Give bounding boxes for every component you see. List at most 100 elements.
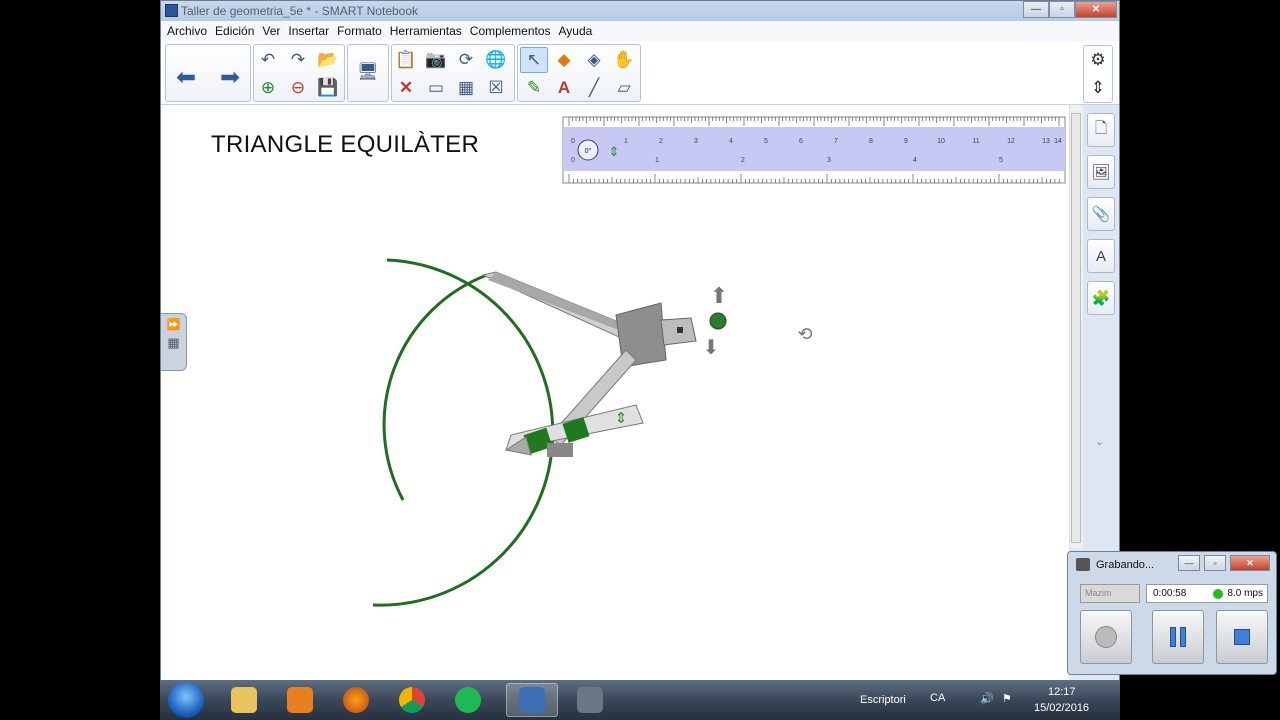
side-tab-toggle[interactable]: ⏩ ▦	[161, 313, 187, 371]
paste-icon[interactable]: 📋	[392, 47, 420, 73]
clock-time[interactable]: 12:17	[1048, 686, 1076, 698]
recorder-maximize-button[interactable]: ▫	[1204, 555, 1226, 571]
table-icon[interactable]: ▦	[452, 75, 480, 101]
scroll-thumb[interactable]	[1071, 113, 1081, 543]
recorder-app-icon	[577, 687, 603, 713]
compass-resize-icon[interactable]: ⇕	[615, 410, 628, 427]
ruler-inch-label: 4	[913, 157, 917, 164]
close-box-icon[interactable]: ☒	[482, 75, 510, 101]
ruler-resize-icon[interactable]: ⇕	[609, 144, 620, 159]
smart-notebook-icon	[519, 687, 545, 713]
delete-icon[interactable]: ✕	[392, 75, 420, 101]
notebook-page[interactable]: TRIANGLE EQUILÀTER 0° ⇕ 0 0 1 2 3 4 5 6 …	[161, 105, 1069, 681]
forward-arrow-icon[interactable]: ➡	[220, 63, 240, 92]
page-sorter-icon[interactable]: 🗋	[1087, 113, 1115, 147]
rotate-cursor-icon[interactable]: ⟲	[797, 324, 812, 344]
screen-capture-icon[interactable]: 📷	[422, 47, 450, 73]
ruler-cm-label: 6	[799, 138, 803, 145]
taskbar-firefox[interactable]	[330, 683, 382, 717]
shape-icon[interactable]: ◆	[550, 47, 578, 73]
recorder-title: Grabando...	[1096, 559, 1155, 571]
rotate-icon[interactable]: ⟳	[452, 47, 480, 73]
settings-panel: ⚙ ⇕	[1083, 45, 1113, 103]
minimize-button[interactable]: —	[1023, 1, 1049, 18]
recorder-close-button[interactable]: ✕	[1230, 555, 1270, 571]
maximize-button[interactable]: ▫	[1049, 1, 1075, 18]
stop-button[interactable]	[1216, 610, 1268, 664]
ruler-cm-label: 7	[834, 138, 838, 145]
menu-edicion[interactable]: Edición	[215, 21, 260, 41]
collapse-icon[interactable]: ⌄	[1095, 435, 1104, 448]
ruler-cm-label: 13	[1042, 138, 1050, 145]
quality-select[interactable]: Mazim	[1080, 584, 1140, 603]
up-arrow-icon[interactable]: ⬆	[710, 283, 728, 308]
fill-icon[interactable]: ✋	[610, 47, 638, 73]
taskbar-explorer[interactable]	[218, 683, 270, 717]
menu-complementos[interactable]: Complementos	[470, 21, 557, 41]
close-button[interactable]: ✕	[1075, 1, 1117, 18]
title-bar: Taller de geometria_5e * - SMART Noteboo…	[161, 1, 1119, 21]
chrome-icon	[399, 687, 425, 713]
add-page-icon[interactable]: ⊕	[254, 75, 282, 101]
attachments-icon[interactable]: 📎	[1087, 197, 1115, 231]
ruler-cm-label: 8	[869, 138, 873, 145]
compass-arc-small[interactable]	[382, 273, 488, 501]
down-arrow-icon[interactable]: ⬇	[703, 337, 720, 359]
language-indicator[interactable]: CA	[930, 692, 945, 704]
compass-tool[interactable]: ⇕	[481, 271, 697, 457]
taskbar-media-player[interactable]	[274, 683, 326, 717]
compass-handle-icon[interactable]	[709, 312, 727, 330]
back-arrow-icon[interactable]: ⬅	[176, 63, 196, 92]
pause-button[interactable]	[1152, 610, 1204, 664]
properties-icon[interactable]: A	[1087, 239, 1115, 273]
pens-icon[interactable]: ✎	[520, 75, 548, 101]
grid-icon: ▦	[167, 335, 180, 350]
menu-ayuda[interactable]: Ayuda	[559, 21, 599, 41]
menu-ver[interactable]: Ver	[262, 21, 286, 41]
menu-archivo[interactable]: Archivo	[167, 21, 213, 41]
gear-icon[interactable]: ⚙	[1084, 46, 1112, 74]
recorder-icon	[1076, 558, 1090, 571]
ruler-inch-label: 2	[741, 157, 745, 164]
taskbar-chrome[interactable]	[386, 683, 438, 717]
display-screen-icon[interactable]: 🖥	[354, 59, 382, 85]
ruler[interactable]: 0° ⇕ 0 0 1 2 3 4 5 6 7 8 9 10 11 12 13 1…	[562, 116, 1066, 184]
drawing-group: ↖ ◆ ◈ ✋ ✎ A ╱ ▱	[517, 44, 641, 102]
volume-icon[interactable]: 🔊	[980, 692, 994, 705]
display-group: 🖥	[347, 44, 389, 102]
recorder-minimize-button[interactable]: —	[1178, 555, 1200, 571]
taskbar-spotify[interactable]	[442, 683, 494, 717]
undo-icon[interactable]: ↶	[254, 47, 282, 73]
save-icon[interactable]: 💾	[314, 75, 342, 101]
toolbar-toggle-icon[interactable]: ⇕	[1084, 74, 1112, 102]
web-icon[interactable]: 🌐	[482, 47, 510, 73]
window-title: Taller de geometria_5e * - SMART Noteboo…	[181, 4, 419, 18]
gallery-icon[interactable]: 🖼	[1087, 155, 1115, 189]
line-icon[interactable]: ╱	[580, 75, 608, 101]
vertical-scrollbar[interactable]	[1069, 105, 1083, 548]
text-icon[interactable]: A	[550, 75, 578, 101]
action-center-icon[interactable]: ⚑	[1002, 692, 1012, 705]
menu-formato[interactable]: Formato	[337, 21, 388, 41]
record-button[interactable]	[1080, 610, 1132, 664]
eraser-icon[interactable]: ◈	[580, 47, 608, 73]
tools-group: 📋 📷 ⟳ 🌐 ✕ ▭ ▦ ☒	[391, 44, 515, 102]
taskbar: Escriptori CA 🔊 ⚑ 12:17 15/02/2016	[160, 680, 1120, 720]
addons-icon[interactable]: 🧩	[1087, 281, 1115, 315]
redo-icon[interactable]: ↷	[284, 47, 312, 73]
clock-date[interactable]: 15/02/2016	[1034, 702, 1089, 714]
menu-herramientas[interactable]: Herramientas	[390, 21, 468, 41]
firefox-icon	[343, 687, 369, 713]
start-button[interactable]	[168, 682, 204, 718]
open-folder-icon[interactable]: 📂	[314, 47, 342, 73]
select-pointer-icon[interactable]: ↖	[520, 47, 548, 73]
screen-shade-icon[interactable]: ▭	[422, 75, 450, 101]
ruler-cm-label: 10	[937, 138, 945, 145]
desktop-toolbar-label[interactable]: Escriptori	[860, 694, 906, 706]
menu-insertar[interactable]: Insertar	[288, 21, 335, 41]
media-player-icon	[287, 687, 313, 713]
taskbar-smart-notebook[interactable]	[506, 683, 558, 717]
taskbar-recorder[interactable]	[564, 683, 616, 717]
delete-page-icon[interactable]: ⊖	[284, 75, 312, 101]
magic-pen-icon[interactable]: ▱	[610, 75, 638, 101]
